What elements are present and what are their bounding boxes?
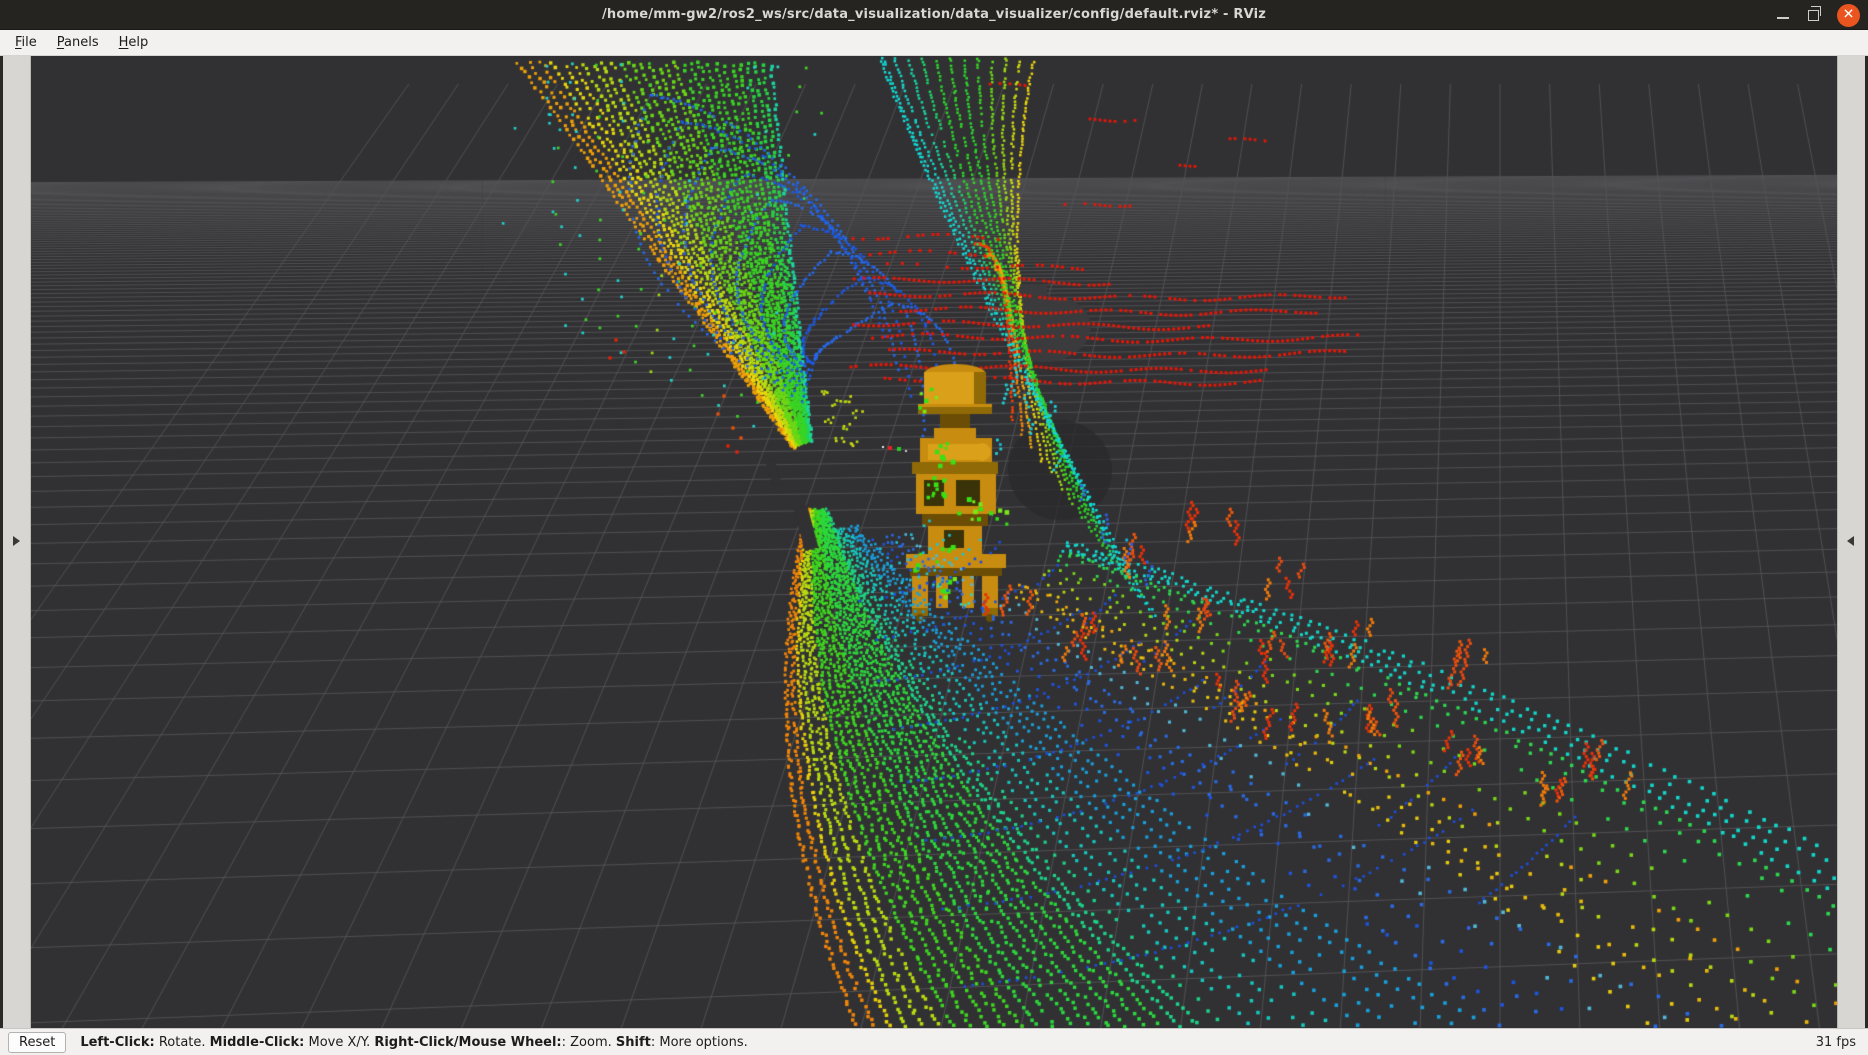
central-area — [0, 56, 1868, 1028]
fps-counter: 31 fps — [1816, 1035, 1860, 1050]
expand-left-panel-icon[interactable] — [13, 536, 20, 546]
status-bar: Reset Left-Click: Rotate. Middle-Click: … — [0, 1028, 1868, 1055]
menu-file[interactable]: File — [6, 32, 46, 53]
right-dock-gutter[interactable] — [1837, 56, 1865, 1028]
3d-render-view[interactable] — [31, 56, 1837, 1028]
rviz-window: /home/mm-gw2/ros2_ws/src/data_visualizat… — [0, 0, 1868, 1055]
title-bar[interactable]: /home/mm-gw2/ros2_ws/src/data_visualizat… — [0, 0, 1868, 30]
render-viewport[interactable] — [31, 56, 1837, 1028]
close-icon[interactable]: ✕ — [1837, 4, 1860, 27]
expand-right-panel-icon[interactable] — [1847, 536, 1854, 546]
minimize-icon[interactable] — [1776, 8, 1790, 22]
left-dock-gutter[interactable] — [3, 56, 31, 1028]
menu-panels[interactable]: Panels — [48, 32, 108, 53]
mouse-hints: Left-Click: Rotate. Middle-Click: Move X… — [80, 1035, 747, 1050]
window-title: /home/mm-gw2/ros2_ws/src/data_visualizat… — [602, 7, 1266, 22]
window-controls: ✕ — [1776, 0, 1860, 30]
menu-bar: File Panels Help — [0, 30, 1868, 56]
restore-icon[interactable] — [1808, 10, 1819, 21]
menu-help[interactable]: Help — [110, 32, 158, 53]
reset-button[interactable]: Reset — [8, 1032, 66, 1053]
